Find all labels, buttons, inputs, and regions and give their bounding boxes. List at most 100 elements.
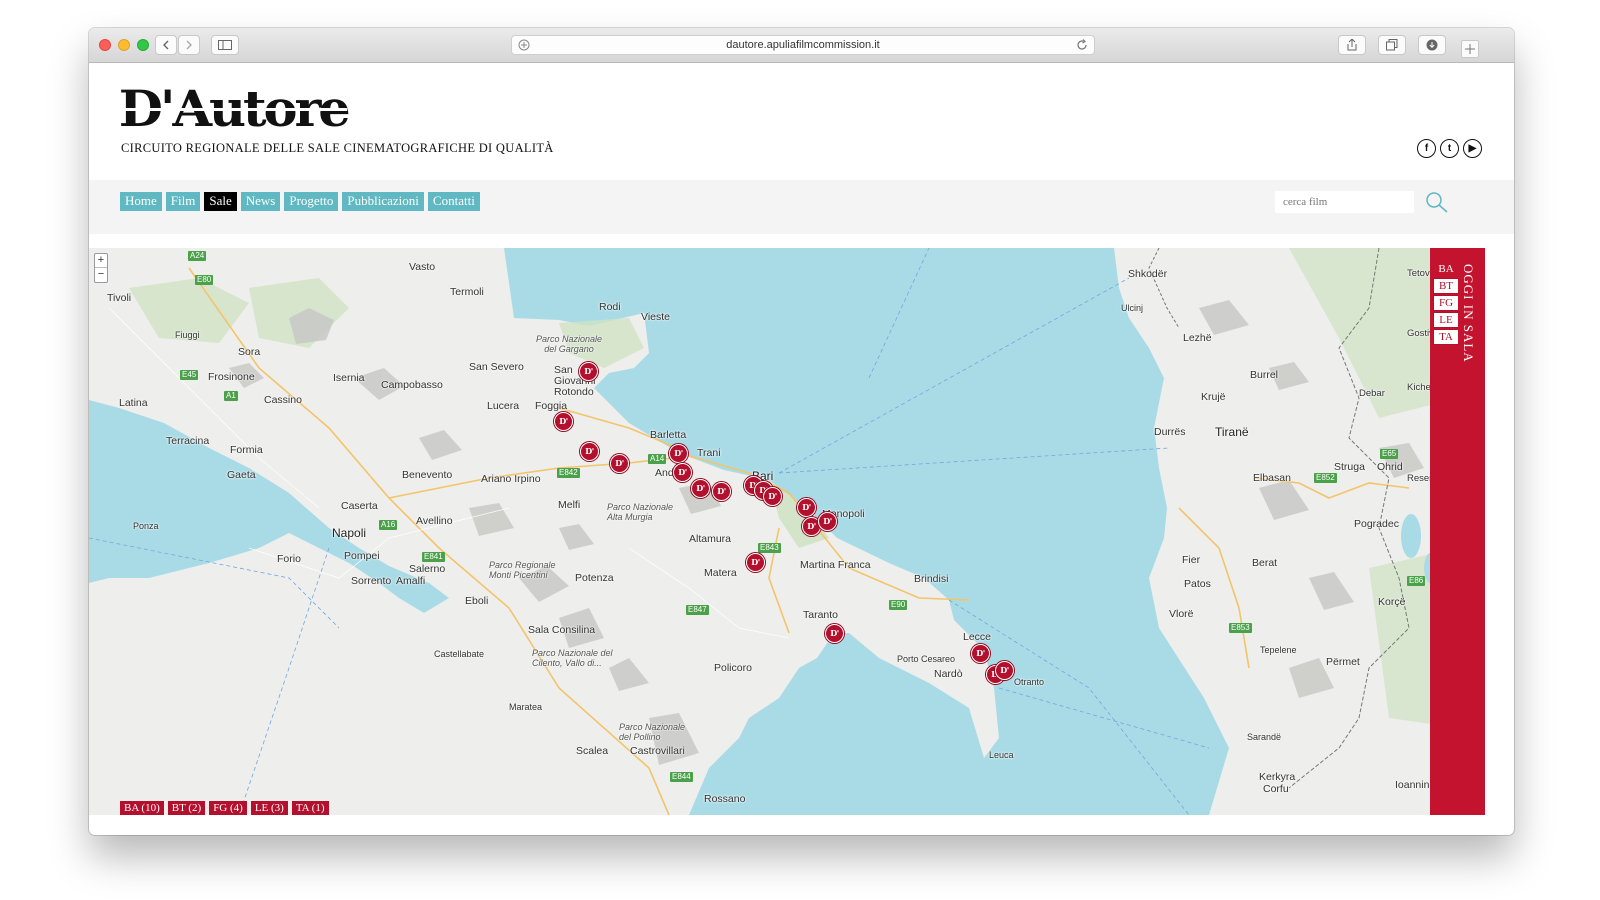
share-button[interactable] bbox=[1338, 35, 1366, 55]
oggi-in-sala-title: OGGI IN SALA bbox=[1461, 264, 1476, 363]
zoom-in-button[interactable]: + bbox=[95, 254, 107, 268]
place-label: Brindisi bbox=[914, 573, 949, 585]
province-tab-list: BA BT FG LE TA bbox=[1433, 261, 1459, 345]
cinema-pin[interactable]: D' bbox=[746, 553, 765, 572]
download-icon bbox=[1426, 39, 1438, 51]
chevron-left-icon bbox=[163, 40, 169, 50]
province-filter-le[interactable]: LE (3) bbox=[250, 801, 288, 815]
place-label: Sarandë bbox=[1247, 732, 1282, 742]
road-shield: A16 bbox=[379, 520, 398, 530]
cinema-pin[interactable]: D' bbox=[712, 482, 731, 501]
nav-item-sale[interactable]: Sale bbox=[204, 192, 237, 211]
road-shield: E80 bbox=[195, 275, 214, 285]
site-logo[interactable]: D'Autore bbox=[118, 84, 351, 134]
cinema-pin[interactable]: D' bbox=[825, 624, 844, 643]
place-label: Otranto bbox=[1014, 677, 1045, 687]
nav-item-contatti[interactable]: Contatti bbox=[427, 192, 480, 211]
cinema-pin[interactable]: D' bbox=[797, 498, 816, 517]
url-text: dautore.apuliafilmcommission.it bbox=[726, 39, 880, 51]
address-bar[interactable]: dautore.apuliafilmcommission.it bbox=[511, 35, 1095, 55]
cinema-pin[interactable]: D' bbox=[580, 442, 599, 461]
place-label: Shkodër bbox=[1128, 268, 1168, 280]
side-tab-ta[interactable]: TA bbox=[1433, 329, 1459, 345]
downloads-button[interactable] bbox=[1418, 35, 1446, 55]
place-label: Corfu bbox=[1263, 783, 1289, 795]
side-tab-fg[interactable]: FG bbox=[1433, 295, 1459, 311]
forward-button[interactable] bbox=[178, 35, 200, 55]
province-filter-bt[interactable]: BT (2) bbox=[167, 801, 206, 815]
place-label: Foggia bbox=[535, 400, 568, 412]
side-tab-bt[interactable]: BT bbox=[1433, 278, 1459, 294]
social-links: f t ▶ bbox=[1417, 139, 1482, 158]
twitter-icon[interactable]: t bbox=[1440, 139, 1459, 158]
minimize-window-button[interactable] bbox=[118, 39, 130, 51]
place-label: Debar bbox=[1359, 388, 1385, 399]
fullscreen-window-button[interactable] bbox=[137, 39, 149, 51]
nav-item-pubblicazioni[interactable]: Pubblicazioni bbox=[342, 192, 424, 211]
place-label: Nardò bbox=[934, 668, 963, 680]
cinema-pin[interactable]: D' bbox=[579, 362, 598, 381]
park-label: Parco Nazionale Alta Murgia bbox=[607, 502, 674, 522]
place-label: Napoli bbox=[332, 526, 367, 540]
place-label: Vieste bbox=[641, 311, 670, 323]
road-shield: E841 bbox=[422, 552, 445, 562]
cinema-map[interactable]: + − Vasto Termoli Rodi Vieste Tivoli Fiu… bbox=[89, 248, 1458, 815]
place-label: Potenza bbox=[575, 572, 614, 584]
cinema-pin[interactable]: D' bbox=[554, 412, 573, 431]
search-icon[interactable] bbox=[1425, 191, 1449, 213]
province-filter-ta[interactable]: TA (1) bbox=[291, 801, 329, 815]
cinema-pin[interactable]: D' bbox=[818, 512, 837, 531]
place-label: Patos bbox=[1184, 578, 1211, 590]
place-label: Fier bbox=[1182, 554, 1201, 566]
tabs-overview-button[interactable] bbox=[1378, 35, 1406, 55]
cinema-pin[interactable]: D' bbox=[669, 444, 688, 463]
place-label: Eboli bbox=[465, 595, 489, 607]
place-label: Fiuggi bbox=[175, 330, 200, 340]
place-label: Matera bbox=[704, 567, 737, 579]
back-button[interactable] bbox=[155, 35, 177, 55]
cinema-pin[interactable]: D' bbox=[691, 479, 710, 498]
park-label: Parco Nazionale del Gargano bbox=[535, 334, 603, 354]
province-filter-fg[interactable]: FG (4) bbox=[209, 801, 247, 815]
reload-icon[interactable] bbox=[1076, 39, 1088, 51]
place-label: Gaeta bbox=[227, 469, 256, 481]
place-label: Altamura bbox=[689, 533, 732, 545]
nav-item-progetto[interactable]: Progetto bbox=[284, 192, 339, 211]
cinema-pin[interactable]: D' bbox=[971, 644, 990, 663]
place-label: Ohrid bbox=[1377, 461, 1403, 473]
nav-item-news[interactable]: News bbox=[240, 192, 281, 211]
park-label: Parco Regionale Monti Picentini bbox=[489, 560, 556, 580]
place-label: Pompei bbox=[344, 550, 380, 562]
new-tab-button[interactable] bbox=[1461, 40, 1479, 58]
close-window-button[interactable] bbox=[99, 39, 111, 51]
sidebar-toggle-button[interactable] bbox=[211, 35, 239, 55]
place-label: Termoli bbox=[450, 286, 484, 298]
cinema-pin[interactable]: D' bbox=[610, 454, 629, 473]
facebook-icon[interactable]: f bbox=[1417, 139, 1436, 158]
oggi-in-sala-panel[interactable]: OGGI IN SALA bbox=[1458, 248, 1485, 815]
province-filter-ba[interactable]: BA (10) bbox=[120, 801, 164, 815]
nav-item-film[interactable]: Film bbox=[165, 192, 201, 211]
cinema-pin[interactable]: D' bbox=[763, 487, 782, 506]
side-tab-le[interactable]: LE bbox=[1433, 312, 1459, 328]
road-shield: E65 bbox=[1380, 449, 1399, 459]
place-label: Rodi bbox=[599, 301, 621, 313]
place-label: Martina Franca bbox=[800, 559, 871, 571]
place-label: Kerkyra bbox=[1259, 771, 1296, 783]
place-label: Struga bbox=[1334, 461, 1365, 473]
place-label: Amalfi bbox=[396, 575, 426, 587]
cinema-pin[interactable]: D' bbox=[995, 661, 1014, 680]
park-label: Parco Nazionale del Cilento, Vallo di... bbox=[532, 648, 613, 668]
side-tab-ba[interactable]: BA bbox=[1433, 261, 1459, 277]
nav-item-home[interactable]: Home bbox=[120, 192, 162, 211]
place-label: Sora bbox=[238, 346, 261, 358]
search-film-input[interactable] bbox=[1275, 191, 1414, 213]
place-label: Porto Cesareo bbox=[897, 654, 956, 664]
youtube-icon[interactable]: ▶ bbox=[1463, 139, 1482, 158]
road-shield: E847 bbox=[686, 605, 709, 615]
place-label: Formia bbox=[230, 444, 263, 456]
zoom-out-button[interactable]: − bbox=[95, 268, 107, 282]
road-shield: E844 bbox=[670, 772, 693, 782]
province-filter-bar: BA (10) BT (2) FG (4) LE (3) TA (1) bbox=[120, 801, 329, 815]
cinema-pin[interactable]: D' bbox=[673, 463, 692, 482]
